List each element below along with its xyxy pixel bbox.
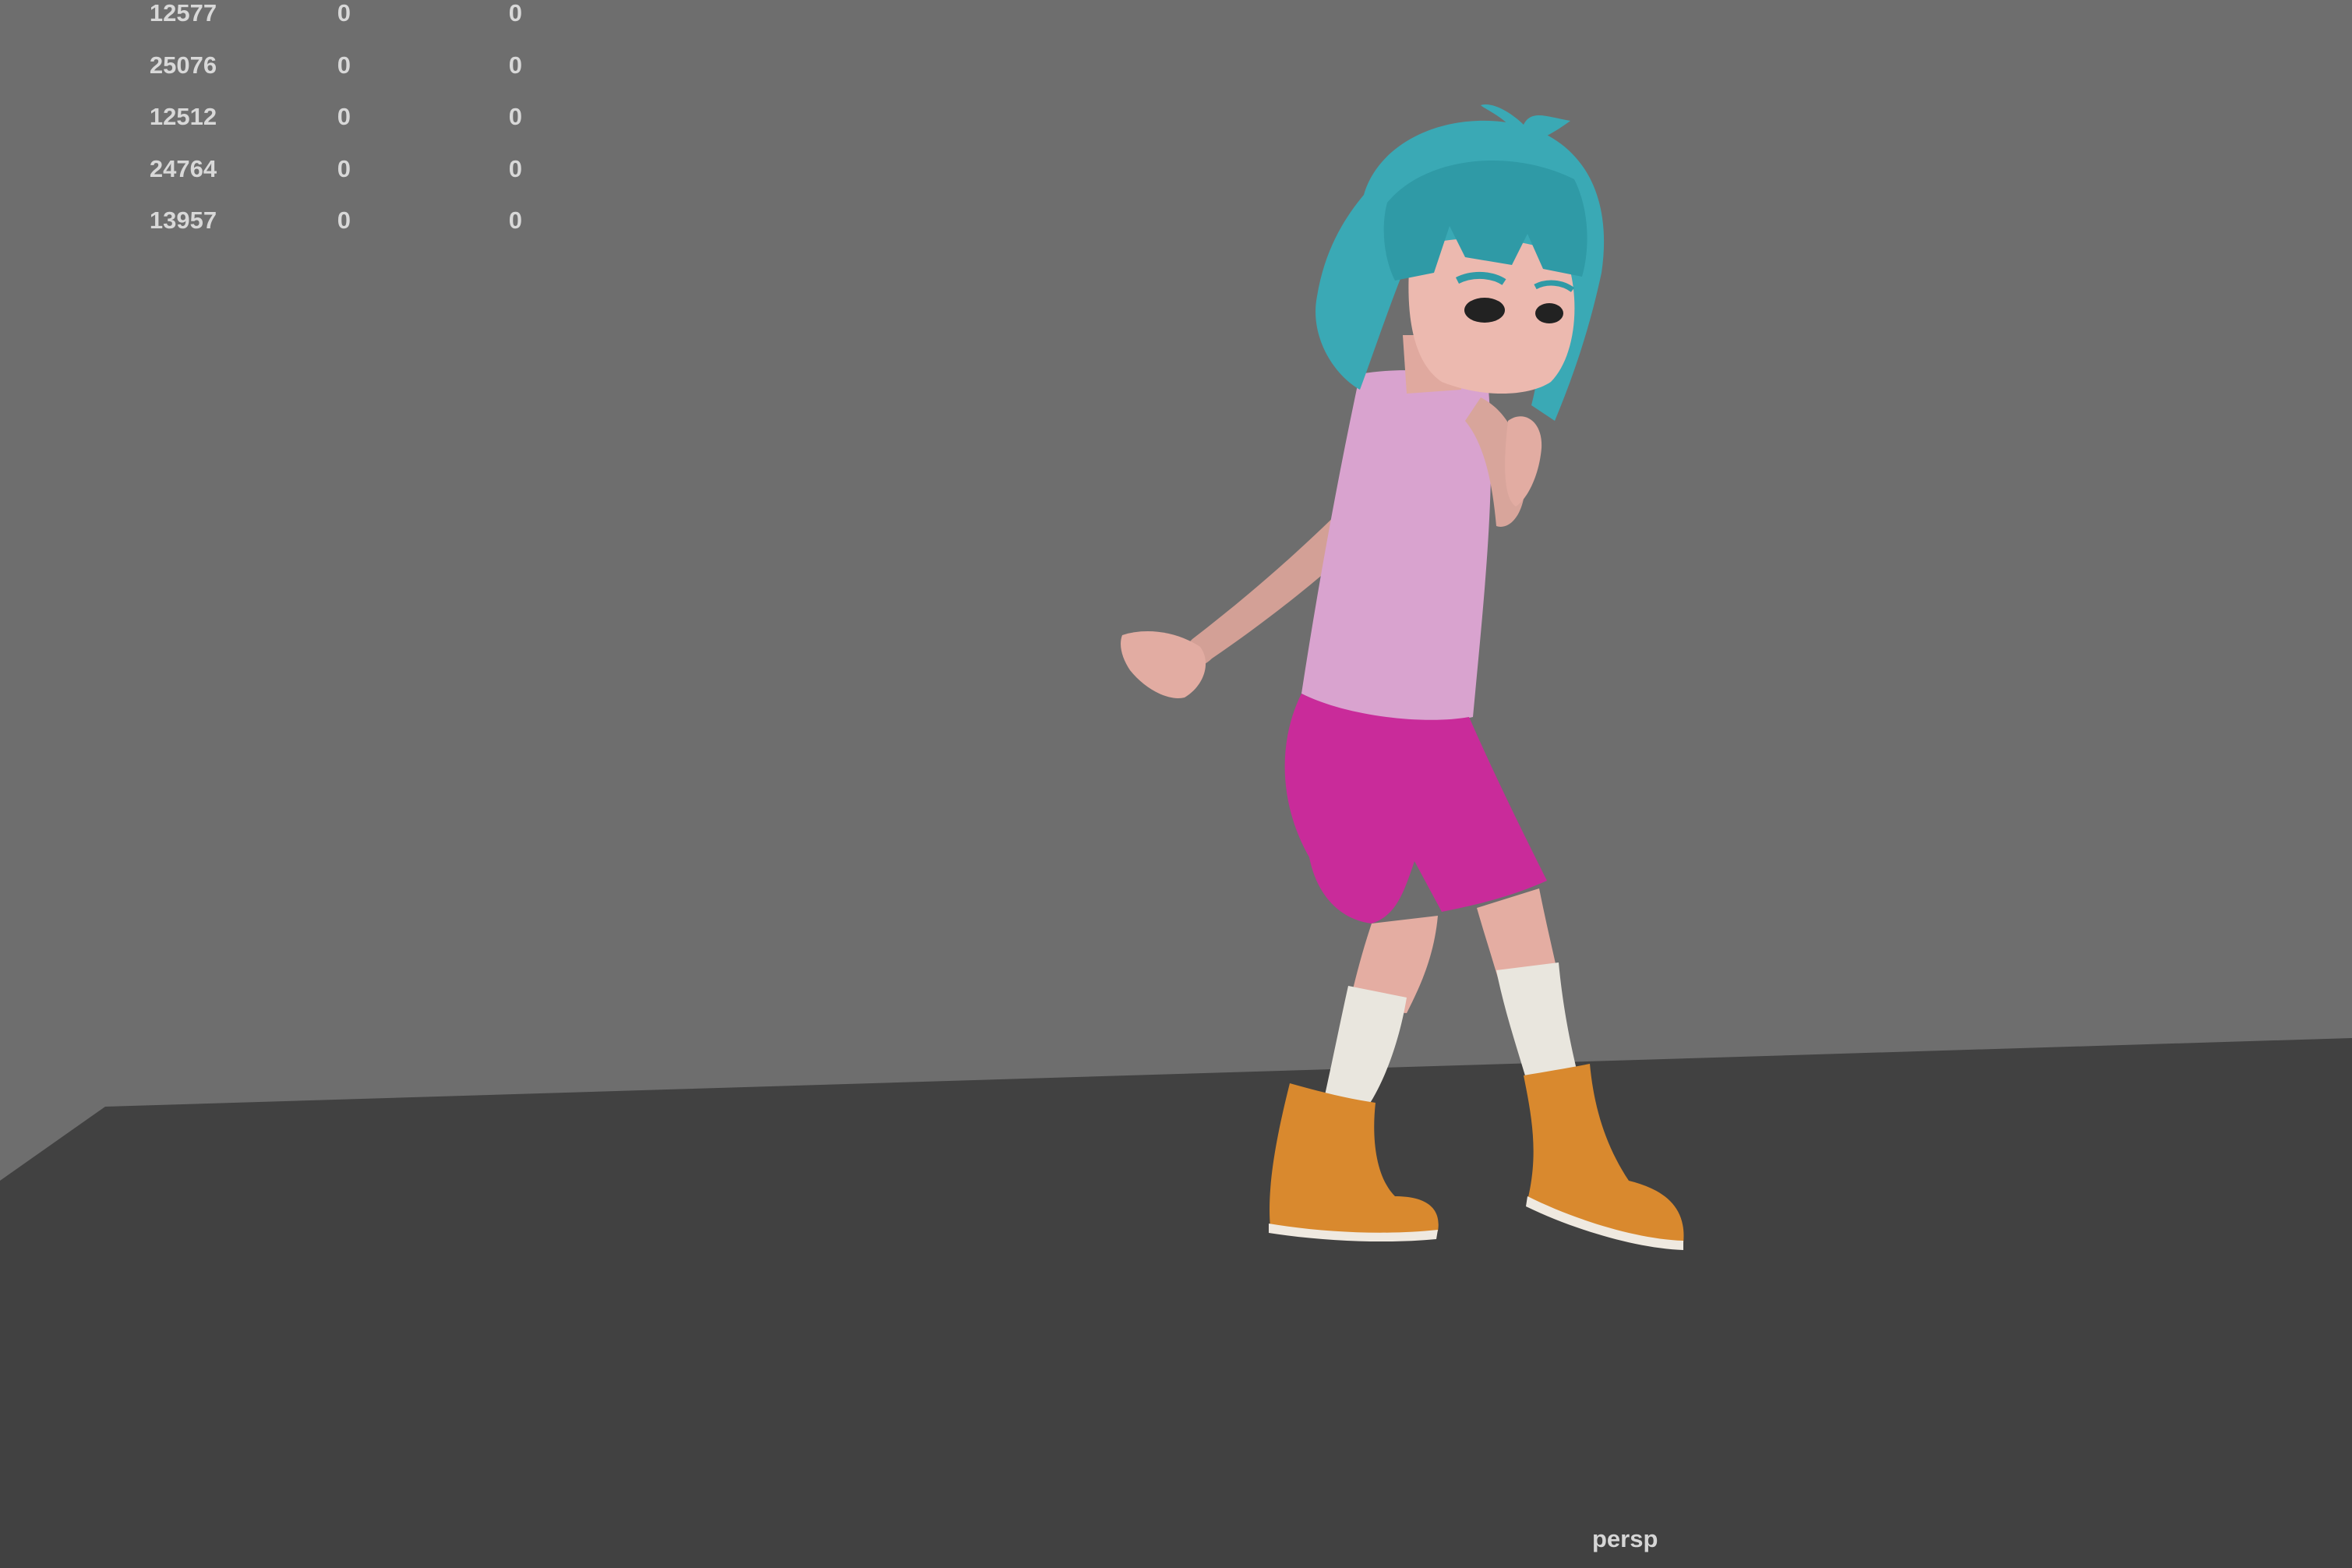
hud-value: 12577: [149, 0, 217, 27]
hud-value: 0: [508, 103, 522, 131]
character-hand-at-face: [1505, 416, 1542, 507]
hud-row: 24764 0 0: [109, 143, 522, 196]
hud-stats: 12577 0 0 25076 0 0 12512 0 0 24764 0 0 …: [109, 0, 522, 247]
hud-row: 13957 0 0: [109, 195, 522, 247]
hud-row: 12577 0 0: [109, 0, 522, 40]
hud-value: 0: [508, 207, 522, 235]
character-left-boot: [1270, 1083, 1439, 1236]
character-shirt: [1301, 370, 1492, 722]
hud-value: 0: [508, 0, 522, 27]
hud-value: 0: [337, 154, 351, 182]
character-eye-right: [1535, 303, 1563, 323]
hud-value: 25076: [149, 51, 217, 79]
character-right-sock: [1496, 962, 1578, 1083]
hud-value: 0: [508, 154, 522, 182]
hud-value: 12512: [149, 103, 217, 131]
hud-value: 0: [337, 207, 351, 235]
hud-row: 12512 0 0: [109, 91, 522, 143]
hud-value: 0: [337, 0, 351, 27]
hud-value: 24764: [149, 154, 217, 182]
character-shorts: [1284, 694, 1547, 923]
3d-viewport[interactable]: 12577 0 0 25076 0 0 12512 0 0 24764 0 0 …: [0, 0, 2352, 1568]
hud-value: 0: [337, 103, 351, 131]
character-left-sock: [1325, 986, 1407, 1107]
camera-label: persp: [1592, 1525, 1658, 1552]
hud-value: 0: [337, 51, 351, 79]
hud-value: 13957: [149, 207, 217, 235]
hud-row: 25076 0 0: [109, 40, 522, 92]
character-eye-left: [1464, 298, 1505, 323]
hud-value: 0: [508, 51, 522, 79]
